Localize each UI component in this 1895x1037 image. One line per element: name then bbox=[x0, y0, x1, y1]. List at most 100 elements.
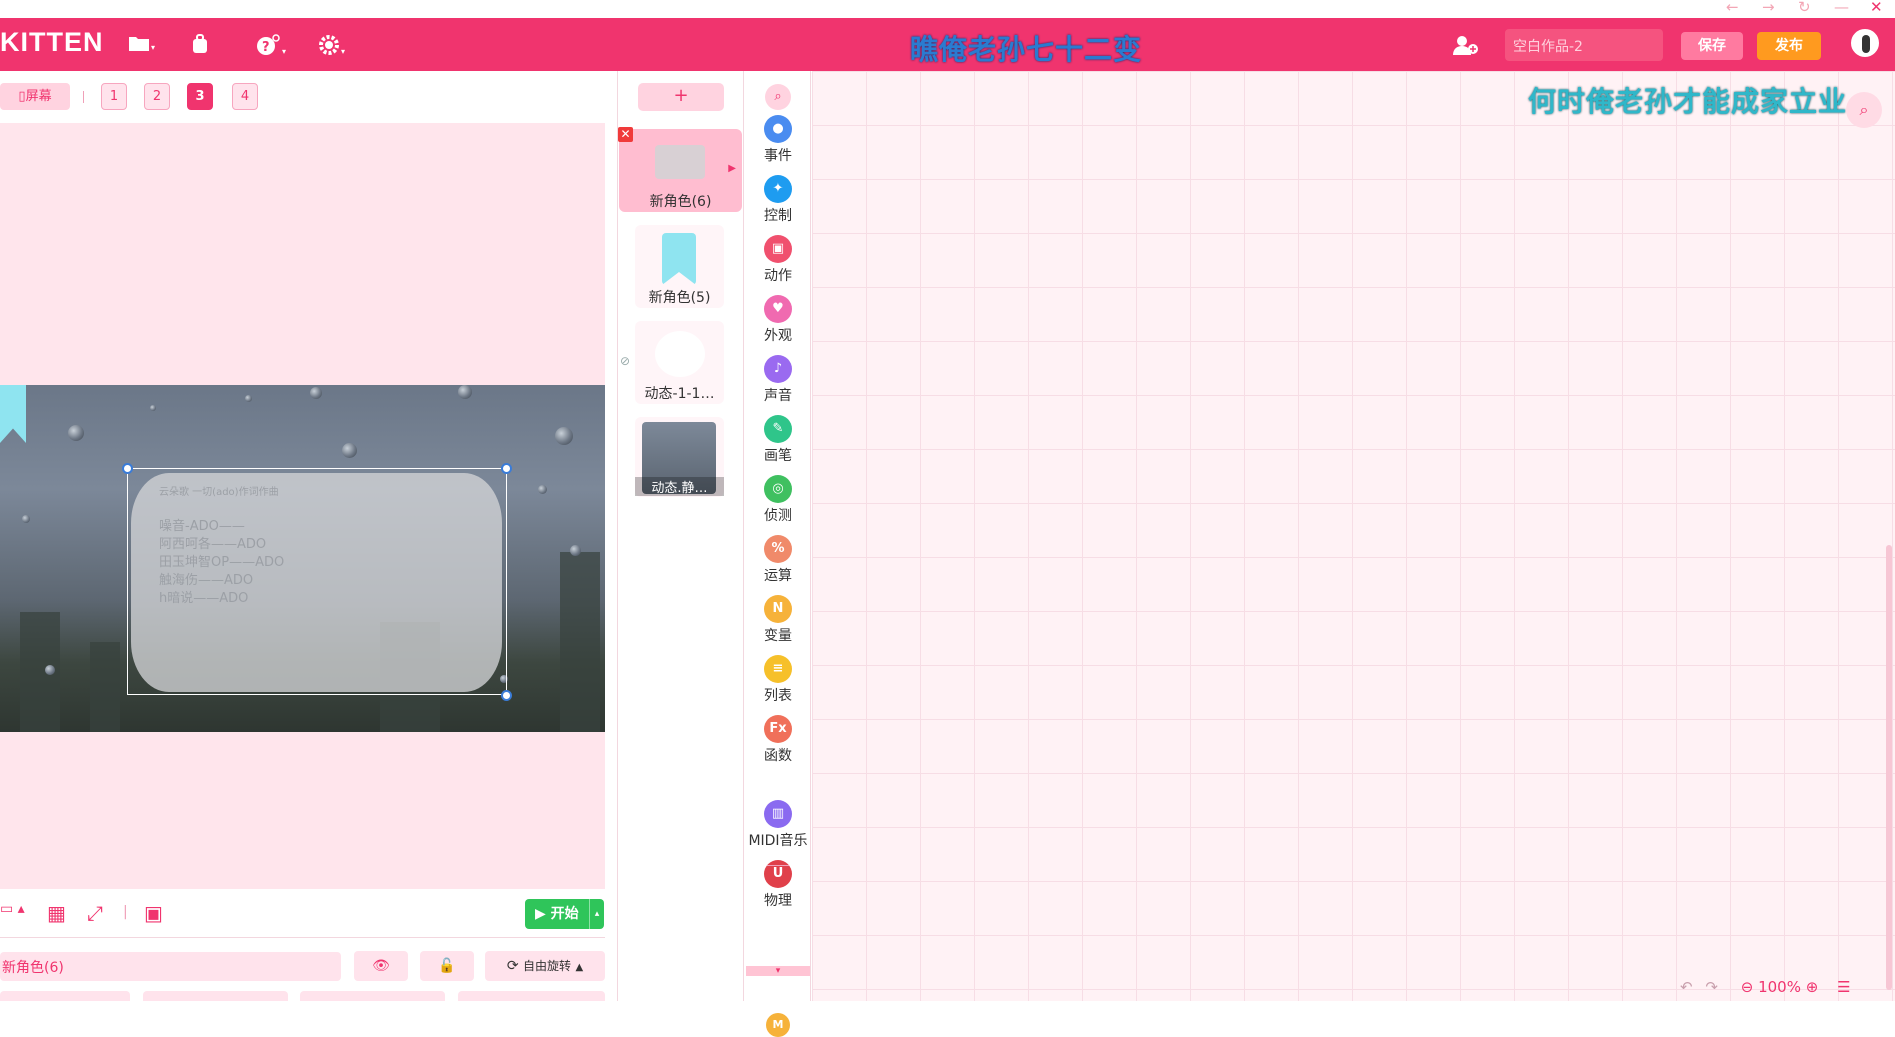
sprite-name-field[interactable]: 新角色(6) bbox=[0, 952, 341, 981]
category-label: 列表 bbox=[764, 688, 792, 704]
category-label: 函数 bbox=[764, 748, 792, 764]
prop-field-y[interactable] bbox=[143, 991, 288, 1001]
category-icon: ▥ bbox=[764, 800, 792, 828]
publish-button[interactable]: 发布 bbox=[1757, 32, 1821, 60]
sprite-list-panel: + 新角色(6) ▶ 新角色(5) 动态-1-1… 动态.静… bbox=[617, 71, 742, 1001]
category-label: 动作 bbox=[764, 268, 792, 284]
page-tab-3[interactable]: 3 bbox=[187, 83, 213, 110]
caret-right-icon[interactable]: ▶ bbox=[728, 163, 736, 174]
eye-icon: 👁 bbox=[372, 958, 390, 974]
category-4[interactable]: ♪ 声音 bbox=[744, 355, 812, 405]
category-12[interactable]: U 物理 bbox=[744, 860, 812, 910]
category-separator bbox=[767, 865, 789, 866]
category-11[interactable]: ▥ MIDI音乐 bbox=[744, 800, 812, 850]
forward-icon[interactable]: → bbox=[1762, 0, 1775, 16]
category-icon: ♪ bbox=[764, 355, 792, 383]
category-8[interactable]: N 变量 bbox=[744, 595, 812, 645]
undo-icon[interactable]: ↶ bbox=[1680, 978, 1693, 996]
project-name-input[interactable]: 空白作品-2 bbox=[1505, 29, 1663, 61]
screen-icon: ▯ bbox=[18, 89, 26, 104]
close-window-icon[interactable]: ✕ bbox=[1870, 0, 1883, 16]
category-label: 运算 bbox=[764, 568, 792, 584]
category-more[interactable]: M bbox=[744, 1013, 812, 1037]
prop-field-direction[interactable] bbox=[458, 991, 605, 1001]
unlock-icon: 🔓 bbox=[438, 958, 456, 974]
play-preview-icon[interactable]: ▣ bbox=[144, 901, 163, 925]
sprite-thumbnail bbox=[655, 145, 705, 179]
add-collaborator-icon[interactable] bbox=[1452, 34, 1482, 58]
zoom-in-icon[interactable]: ⊕ bbox=[1806, 978, 1819, 996]
category-10[interactable]: Fx 函数 bbox=[744, 715, 812, 765]
sprite-card[interactable]: 动态.静… bbox=[635, 417, 724, 497]
category-label: 变量 bbox=[764, 628, 792, 644]
workspace-search-icon[interactable]: ⌕ bbox=[1846, 92, 1882, 128]
zoom-out-icon[interactable]: ⊖ bbox=[1741, 978, 1754, 996]
category-5[interactable]: ✎ 画笔 bbox=[744, 415, 812, 465]
code-workspace[interactable] bbox=[812, 71, 1895, 1001]
user-avatar[interactable] bbox=[1851, 29, 1879, 57]
category-6[interactable]: ◎ 侦测 bbox=[744, 475, 812, 525]
close-sprite-icon[interactable]: ✕ bbox=[618, 127, 633, 142]
category-label: 画笔 bbox=[764, 448, 792, 464]
sprite-card[interactable]: 新角色(6) ▶ bbox=[619, 129, 742, 212]
zoom-level: 100% bbox=[1758, 978, 1801, 996]
window-titlebar: ← → ↻ — ✕ bbox=[0, 0, 1895, 18]
help-icon[interactable]: ? ▾ bbox=[255, 34, 289, 56]
page-tab-2[interactable]: 2 bbox=[144, 83, 170, 110]
scroll-down-icon[interactable]: ▾ bbox=[746, 966, 810, 976]
category-7[interactable]: % 运算 bbox=[744, 535, 812, 585]
selection-handle-tl[interactable] bbox=[122, 463, 133, 474]
overlay-caption: 何时俺老孙才能成家立业 bbox=[1528, 85, 1848, 118]
more-icon: M bbox=[766, 1013, 790, 1037]
zoom-controls: ↶ ↷ ⊖ 100% ⊕ ☰ bbox=[1680, 978, 1851, 1000]
category-2[interactable]: ▣ 动作 bbox=[744, 235, 812, 285]
sprite-card[interactable]: 动态-1-1… bbox=[635, 321, 724, 404]
divider bbox=[0, 937, 605, 938]
grid-icon[interactable]: ▦ bbox=[47, 901, 66, 925]
svg-text:?: ? bbox=[262, 40, 270, 55]
start-dropdown-icon[interactable]: ▴ bbox=[589, 899, 604, 929]
category-label: 控制 bbox=[764, 208, 792, 224]
selection-rotate-handle[interactable] bbox=[501, 463, 512, 474]
backpack-icon[interactable] bbox=[190, 34, 224, 56]
settings-gear-icon[interactable]: ▾ bbox=[318, 34, 352, 56]
stage-size-icon[interactable]: ▭ ▴ bbox=[0, 901, 25, 917]
hidden-eye-icon[interactable]: ⊘ bbox=[620, 354, 630, 368]
category-9[interactable]: ≡ 列表 bbox=[744, 655, 812, 705]
rotate-icon: ⟳ bbox=[506, 958, 519, 974]
sprite-thumbnail bbox=[662, 233, 696, 285]
prop-field-size[interactable] bbox=[300, 991, 445, 1001]
start-button[interactable]: ▶ 开始 ▴ bbox=[525, 899, 604, 929]
selection-resize-handle[interactable] bbox=[501, 690, 512, 701]
prop-field-x[interactable] bbox=[0, 991, 130, 1001]
start-icon: ▶ bbox=[535, 906, 551, 922]
block-categories-panel: ⌕ ● 事件 ✦ 控制 ▣ 动作 ♥ 外观 ♪ 声音 ✎ 画笔 ◎ 侦测 % 运算 N 变量 ≡ 列表 Fx 函数 ▥ MID… bbox=[743, 71, 812, 1037]
fullscreen-icon[interactable]: ⤢ bbox=[87, 901, 103, 925]
back-icon[interactable]: ← bbox=[1726, 0, 1739, 16]
add-sprite-button[interactable]: + bbox=[638, 83, 724, 111]
minimize-icon[interactable]: — bbox=[1834, 0, 1849, 16]
category-icon: ≡ bbox=[764, 655, 792, 683]
category-0[interactable]: ● 事件 bbox=[744, 115, 812, 165]
rotation-mode-select[interactable]: ⟳ 自由旋转 ▲ bbox=[485, 951, 605, 981]
workspace-scrollbar[interactable] bbox=[1886, 545, 1892, 990]
page-tab-4[interactable]: 4 bbox=[232, 83, 258, 110]
category-1[interactable]: ✦ 控制 bbox=[744, 175, 812, 225]
screen-button[interactable]: ▯屏幕 bbox=[0, 83, 70, 110]
selection-box[interactable] bbox=[127, 468, 507, 695]
category-label: 物理 bbox=[764, 893, 792, 909]
folder-icon[interactable]: ▾ bbox=[128, 34, 162, 56]
lock-toggle[interactable]: 🔓 bbox=[420, 951, 474, 981]
category-icon: ♥ bbox=[764, 295, 792, 323]
align-blocks-icon[interactable]: ☰ bbox=[1837, 978, 1850, 996]
page-tab-1[interactable]: 1 bbox=[101, 83, 127, 110]
redo-icon[interactable]: ↷ bbox=[1705, 978, 1718, 996]
separator bbox=[83, 91, 84, 103]
chevron-up-icon: ▲ bbox=[575, 962, 584, 973]
sprite-card[interactable]: 新角色(5) bbox=[635, 225, 724, 308]
save-button[interactable]: 保存 bbox=[1681, 32, 1743, 60]
visibility-toggle[interactable]: 👁 bbox=[354, 951, 408, 981]
search-icon[interactable]: ⌕ bbox=[765, 84, 791, 110]
refresh-icon[interactable]: ↻ bbox=[1798, 0, 1811, 16]
category-3[interactable]: ♥ 外观 bbox=[744, 295, 812, 345]
